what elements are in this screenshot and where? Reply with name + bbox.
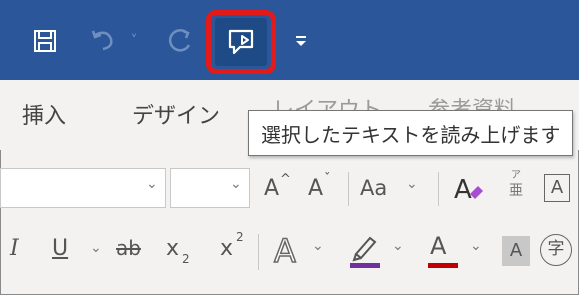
tooltip-text: 選択したテキストを読み上げます [261,122,561,147]
highlight-color-button[interactable]: ⌄ [348,230,408,272]
text-effects-dropdown-icon: ⌄ [312,238,324,254]
strikethrough-button[interactable]: ab [116,236,141,260]
grow-font-glyph: A [264,176,280,201]
shrink-font-button[interactable]: A ˇ [306,172,336,204]
clear-formatting-icon: A [454,175,483,205]
char-shading-glyph: A [509,240,523,261]
enclose-char-glyph: 字 [547,239,565,259]
quick-access-toolbar: ˅ [0,0,579,80]
phonetic-guide-button[interactable]: ア 亜 [505,170,527,208]
phonetic-bottom: 亜 [509,183,523,199]
undo-icon[interactable] [88,26,118,56]
shrink-caret: ˇ [324,172,331,187]
change-case-dropdown-icon: ⌄ [406,176,418,192]
font-name-combo[interactable] [0,168,166,208]
font-color-glyph: A [430,232,447,260]
svg-text:A: A [274,232,296,270]
subscript-base: x [166,236,180,261]
undo-dropdown-icon[interactable]: ˅ [126,26,142,56]
shrink-font-glyph: A [308,176,324,201]
grow-font-button[interactable]: A ^ [262,172,292,204]
underline-dropdown-icon[interactable]: ⌄ [90,240,102,256]
italic-button[interactable]: I [10,236,19,261]
separator [438,172,439,206]
tab-insert[interactable]: 挿入 [22,98,66,130]
text-effects-button[interactable]: A ⌄ [272,230,328,271]
char-border-glyph: A [550,177,564,198]
highlighter-icon [350,236,380,268]
separator [258,234,259,270]
font-size-dropdown-icon[interactable]: ⌄ [230,176,242,192]
font-color-bar [428,263,458,268]
font-name-dropdown-icon[interactable]: ⌄ [146,176,158,192]
change-case-label: Aa [360,176,388,200]
redo-icon[interactable] [166,26,196,56]
superscript-button[interactable]: x 2 [220,230,250,268]
underline-button[interactable]: U [52,236,68,261]
save-icon[interactable] [30,26,60,56]
change-case-button[interactable]: Aa ⌄ [360,176,430,204]
enclose-characters-button[interactable]: 字 [540,234,572,266]
tab-design[interactable]: デザイン [132,98,220,130]
superscript-mark: 2 [236,230,244,244]
svg-text:A: A [454,175,472,205]
subscript-button[interactable]: x 2 [166,234,196,268]
character-border-button[interactable]: A [544,174,570,202]
highlight-box [206,10,276,74]
read-aloud-tooltip: 選択したテキストを読み上げます [248,110,573,156]
highlight-dropdown-icon: ⌄ [392,238,404,254]
character-shading-button[interactable]: A [502,236,530,266]
subscript-mark: 2 [182,252,190,266]
clear-formatting-button[interactable]: A [452,172,486,206]
grow-caret: ^ [280,172,291,187]
font-color-button[interactable]: A ⌄ [426,230,486,272]
text-effects-icon: A [273,231,297,271]
phonetic-top: ア [511,170,521,181]
superscript-base: x [220,236,234,261]
customize-qat-icon[interactable] [286,26,316,56]
font-color-dropdown-icon: ⌄ [470,238,482,254]
separator [348,172,349,206]
